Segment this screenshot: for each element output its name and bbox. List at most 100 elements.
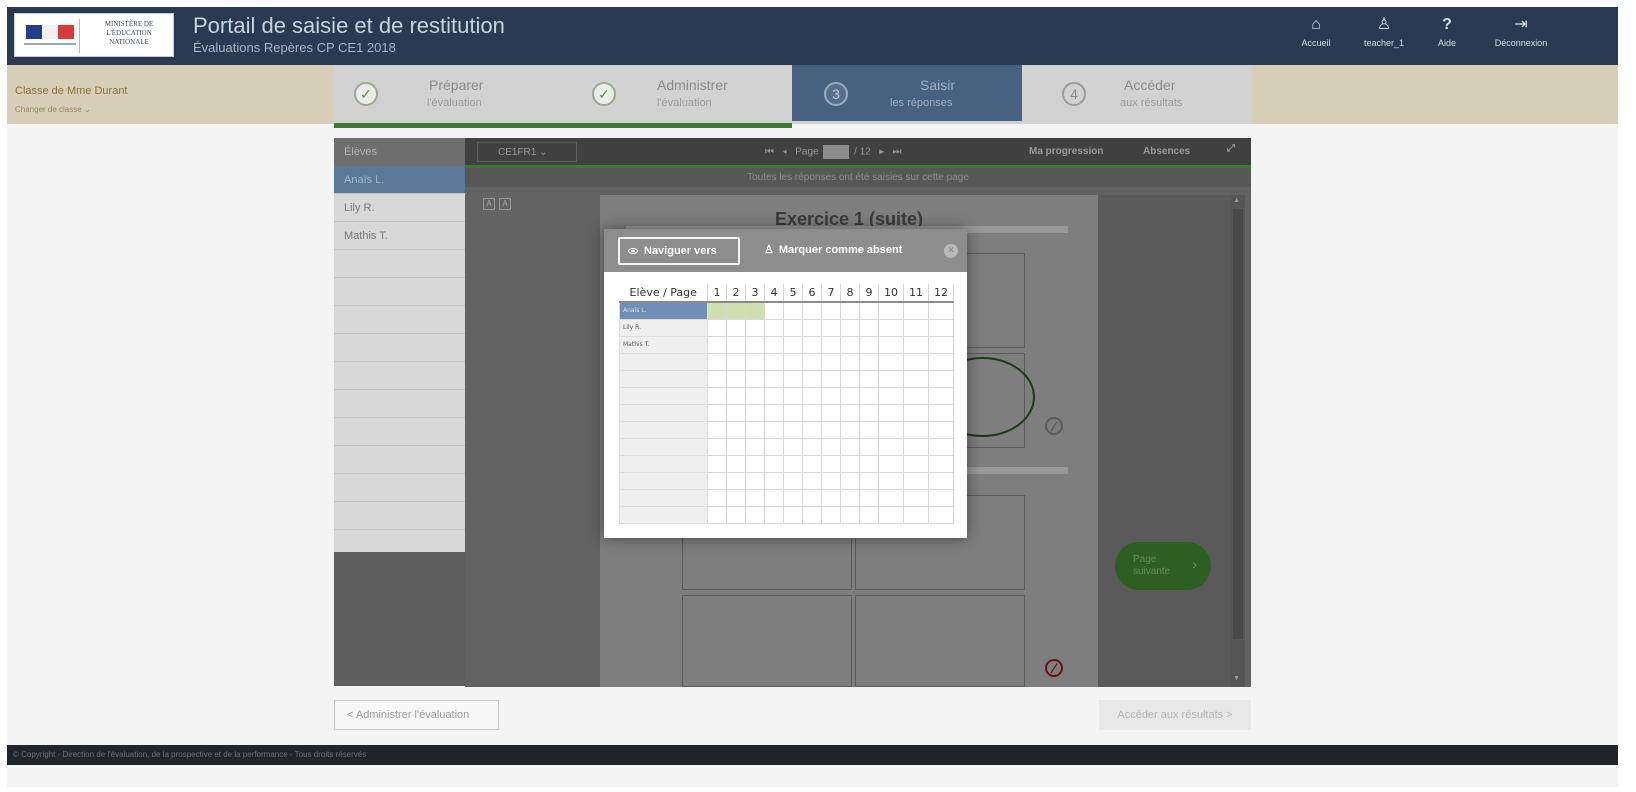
grid-cell[interactable] (821, 437, 841, 456)
grid-cell[interactable] (802, 488, 822, 507)
grid-cell[interactable] (783, 471, 803, 490)
grid-cell[interactable] (821, 369, 841, 388)
grid-cell[interactable] (859, 454, 879, 473)
grid-cell[interactable] (928, 335, 954, 354)
grid-cell[interactable] (707, 471, 727, 490)
grid-cell[interactable] (821, 335, 841, 354)
grid-cell[interactable] (726, 420, 746, 439)
grid-cell[interactable] (859, 505, 879, 524)
grid-cell[interactable] (840, 335, 860, 354)
grid-student-name[interactable]: Lily R. (619, 318, 708, 337)
grid-cell[interactable] (878, 488, 904, 507)
grid-cell[interactable] (840, 369, 860, 388)
grid-cell[interactable] (783, 488, 803, 507)
grid-cell[interactable] (707, 318, 727, 337)
grid-cell[interactable] (783, 420, 803, 439)
change-class-link[interactable]: Changer de classe ⌄ (15, 105, 91, 114)
grid-cell[interactable] (840, 301, 860, 320)
grid-cell[interactable] (726, 403, 746, 422)
grid-cell[interactable] (802, 352, 822, 371)
step-results[interactable]: 4 Accéder aux résultats (1022, 65, 1252, 121)
grid-cell[interactable] (802, 386, 822, 405)
grid-cell-completed[interactable] (707, 301, 727, 320)
grid-cell[interactable] (764, 386, 784, 405)
grid-cell[interactable] (840, 488, 860, 507)
grid-cell[interactable] (821, 403, 841, 422)
grid-cell[interactable] (802, 318, 822, 337)
grid-cell[interactable] (764, 488, 784, 507)
grid-cell[interactable] (821, 301, 841, 320)
next-page-button[interactable]: Page suivante › (1115, 542, 1211, 590)
grid-cell[interactable] (821, 352, 841, 371)
grid-cell[interactable] (859, 488, 879, 507)
grid-cell[interactable] (726, 437, 746, 456)
no-answer-icon[interactable]: ⁄ (1045, 659, 1063, 677)
grid-cell[interactable] (840, 352, 860, 371)
grid-cell[interactable] (764, 454, 784, 473)
grid-cell[interactable] (840, 505, 860, 524)
grid-cell[interactable] (802, 369, 822, 388)
grid-cell[interactable] (745, 420, 765, 439)
grid-cell[interactable] (859, 335, 879, 354)
grid-cell[interactable] (859, 369, 879, 388)
grid-cell[interactable] (821, 318, 841, 337)
grid-cell[interactable] (726, 488, 746, 507)
prev-page-icon[interactable]: ◂ (782, 147, 787, 158)
level-select[interactable]: CE1FR1 ⌄ (477, 142, 577, 162)
grid-cell[interactable] (764, 318, 784, 337)
grid-cell[interactable] (764, 420, 784, 439)
grid-cell[interactable] (726, 369, 746, 388)
grid-cell[interactable] (878, 471, 904, 490)
grid-cell[interactable] (821, 488, 841, 507)
grid-cell[interactable] (802, 301, 822, 320)
access-results-button[interactable]: Accéder aux résultats > (1099, 700, 1251, 730)
grid-cell[interactable] (903, 318, 929, 337)
grid-cell[interactable] (745, 471, 765, 490)
grid-cell[interactable] (726, 454, 746, 473)
grid-cell[interactable] (783, 505, 803, 524)
page-input[interactable] (823, 145, 850, 159)
grid-cell[interactable] (840, 420, 860, 439)
grid-cell[interactable] (903, 471, 929, 490)
student-item[interactable]: Anaïs L. (334, 166, 465, 194)
fullscreen-icon[interactable]: ⤢ (1227, 143, 1235, 154)
nav-logout[interactable]: ⇥ Déconnexion (1491, 15, 1551, 48)
grid-cell[interactable] (707, 488, 727, 507)
grid-cell[interactable] (840, 318, 860, 337)
grid-cell[interactable] (726, 505, 746, 524)
grid-cell[interactable] (878, 352, 904, 371)
grid-cell[interactable] (783, 335, 803, 354)
grid-cell[interactable] (745, 505, 765, 524)
grid-cell[interactable] (726, 471, 746, 490)
grid-cell[interactable] (783, 403, 803, 422)
grid-cell[interactable] (903, 437, 929, 456)
grid-cell[interactable] (707, 454, 727, 473)
grid-cell[interactable] (840, 437, 860, 456)
grid-cell[interactable] (878, 437, 904, 456)
last-page-icon[interactable]: ⏭ (893, 147, 902, 158)
scroll-down-icon[interactable]: ▼ (1233, 675, 1240, 682)
grid-cell[interactable] (802, 505, 822, 524)
grid-cell[interactable] (745, 454, 765, 473)
grid-cell[interactable] (821, 386, 841, 405)
grid-cell[interactable] (707, 420, 727, 439)
grid-cell[interactable] (878, 420, 904, 439)
vertical-scrollbar[interactable]: ▲ ▼ (1231, 195, 1245, 687)
grid-cell[interactable] (928, 301, 954, 320)
grid-cell[interactable] (878, 335, 904, 354)
scroll-thumb[interactable] (1233, 209, 1243, 639)
grid-cell[interactable] (878, 386, 904, 405)
grid-cell[interactable] (745, 437, 765, 456)
nav-user[interactable]: ♙ teacher_1 (1354, 15, 1414, 48)
grid-cell[interactable] (878, 318, 904, 337)
grid-cell[interactable] (928, 437, 954, 456)
grid-cell[interactable] (783, 386, 803, 405)
grid-cell[interactable] (707, 352, 727, 371)
grid-cell[interactable] (802, 420, 822, 439)
navigate-to-button[interactable]: Naviguer vers (618, 237, 740, 265)
grid-cell[interactable] (903, 403, 929, 422)
grid-cell[interactable] (928, 352, 954, 371)
grid-cell[interactable] (928, 505, 954, 524)
scroll-up-icon[interactable]: ▲ (1233, 197, 1240, 204)
student-item[interactable]: Lily R. (334, 194, 465, 222)
